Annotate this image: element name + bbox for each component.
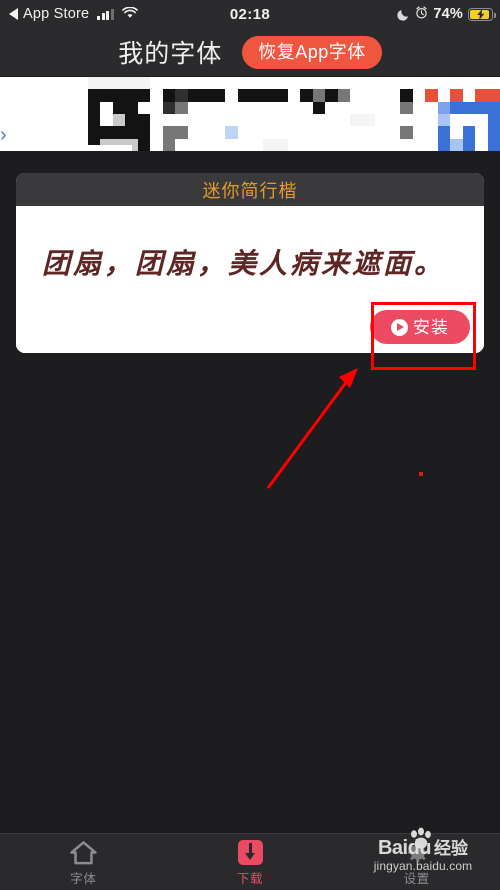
font-card-header: 迷你简行楷 [16,173,484,206]
chevron-right-icon[interactable]: › [0,125,7,145]
font-preview-card[interactable]: 迷你简行楷 团扇，团扇，美人病来遮面。 安装 [16,173,484,353]
play-circle-icon [391,318,408,336]
app-screen: App Store 02:18 74% 我的字体 恢复App字体 › 迷你简行楷… [0,0,500,890]
tab-downloads-label: 下载 [236,872,264,886]
tab-settings[interactable]: 设置 [333,834,500,890]
banner-mosaic [0,77,500,151]
page-title: 我的字体 [118,40,223,68]
pointer-arrow [266,368,358,489]
install-button[interactable]: 安装 [370,310,470,344]
tab-downloads[interactable]: 下载 [167,834,334,890]
status-bar-right: 74% [397,5,496,23]
font-preview-text: 团扇，团扇，美人病来遮面。 [42,247,446,280]
pixelated-ad-banner[interactable]: › [0,77,500,151]
download-icon [237,840,263,865]
app-header: 我的字体 恢复App字体 [0,28,500,76]
tab-fonts[interactable]: 字体 [0,834,167,890]
bottom-tab-bar: 字体 下载 设置 [0,833,500,890]
font-card-body: 团扇，团扇，美人病来遮面。 安装 [16,206,484,353]
font-name-label: 迷你简行楷 [202,180,298,201]
alarm-clock-icon [415,5,428,23]
gear-icon [404,840,430,865]
tab-fonts-label: 字体 [70,871,97,886]
home-icon [70,840,97,865]
install-button-label: 安装 [413,317,449,337]
battery-charging-icon [468,7,496,21]
tab-settings-label: 设置 [403,872,430,886]
moon-do-not-disturb-icon [397,8,410,21]
red-speck-mark [419,472,423,476]
restore-app-font-button[interactable]: 恢复App字体 [242,35,382,69]
battery-percent-label: 74% [433,6,463,22]
banner-white-strip [0,145,132,151]
status-bar: App Store 02:18 74% [0,0,500,28]
